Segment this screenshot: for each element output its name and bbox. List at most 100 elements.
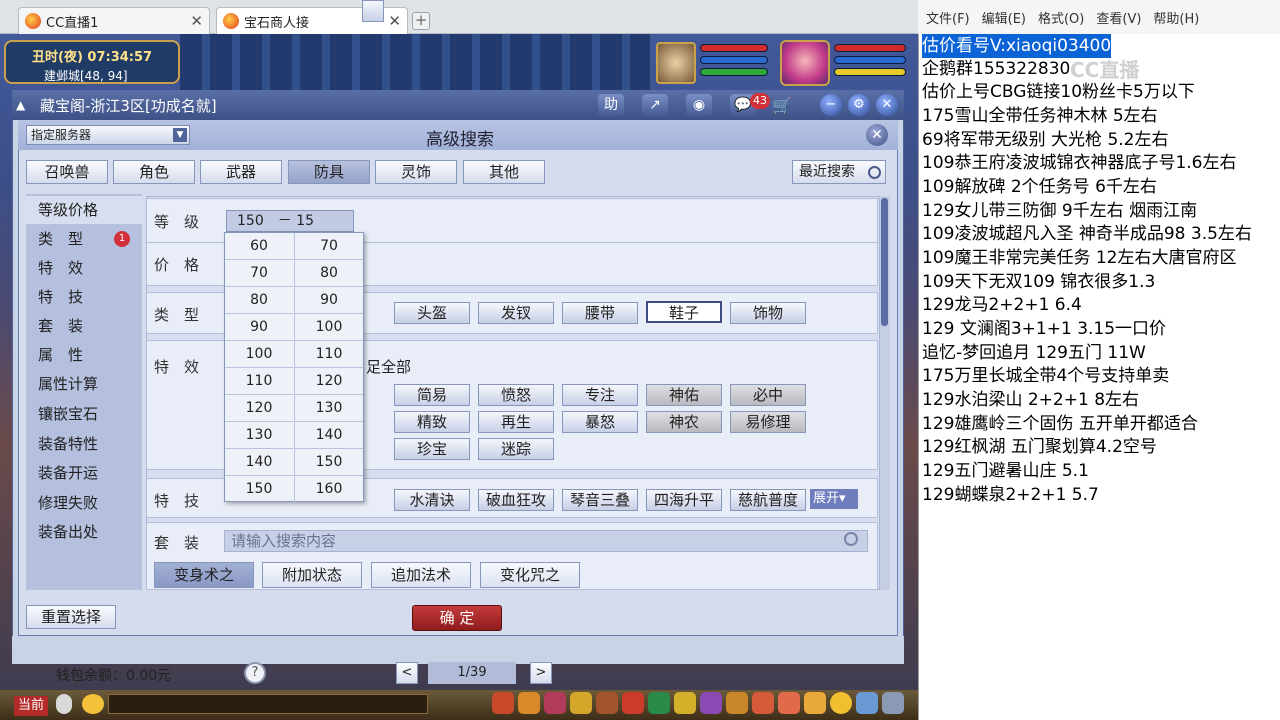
level-max-option[interactable]: 120 [295, 368, 363, 395]
skill-chip[interactable]: 破血狂攻 [478, 489, 554, 511]
level-range-input[interactable]: 150 － 15 [226, 210, 354, 232]
notepad-line[interactable]: 129水泊梁山 2+2+1 8左右 [922, 388, 1139, 412]
notepad-line[interactable]: 109魔王非常完美任务 12左右大唐官府区 [922, 246, 1236, 270]
level-max-option[interactable]: 70 [295, 233, 363, 260]
attack-icon[interactable] [492, 692, 514, 714]
menu-edit[interactable]: 编辑(E) [982, 8, 1026, 27]
notepad-line[interactable]: 109天下无双109 锦衣很多1.3 [922, 270, 1155, 294]
tab-close-icon[interactable]: ✕ [190, 12, 203, 30]
notepad-line[interactable]: 追忆-梦回追月 129五门 11W [922, 341, 1146, 365]
system-icon[interactable] [856, 692, 878, 714]
task-icon[interactable] [648, 692, 670, 714]
menu-file[interactable]: 文件(F) [926, 8, 970, 27]
level-max-option[interactable]: 90 [295, 287, 363, 314]
nav-type[interactable]: 类 型 1 [26, 225, 142, 253]
settings-button[interactable]: ⚙ [848, 94, 870, 116]
suit-tab[interactable]: 变身术之 [154, 562, 254, 588]
setting-icon[interactable] [882, 692, 904, 714]
nav-effect[interactable]: 特 效 [26, 254, 142, 282]
window-menu-icon[interactable]: ▲ [16, 98, 30, 112]
tab-armor[interactable]: 防具 [288, 160, 370, 184]
search-icon[interactable] [844, 532, 858, 546]
assist-button[interactable]: 助 [598, 94, 624, 116]
nav-equip-source[interactable]: 装备出处 [26, 518, 142, 546]
level-min-option[interactable]: 120 [225, 395, 293, 422]
level-min-option[interactable]: 140 [225, 449, 293, 476]
confirm-button[interactable]: 确 定 [412, 605, 502, 631]
suit-tab[interactable]: 追加法术 [371, 562, 471, 588]
nav-attribute[interactable]: 属 性 [26, 341, 142, 369]
recent-search-button[interactable]: 最近搜索 [792, 160, 886, 184]
notepad-line[interactable]: 109凌波城超凡入圣 神奇半成品98 3.5左右 [922, 222, 1252, 246]
level-max-option[interactable]: 140 [295, 422, 363, 449]
effect-chip[interactable]: 暴怒 [562, 411, 638, 433]
level-min-option[interactable]: 110 [225, 368, 293, 395]
tab-close-icon[interactable]: ✕ [388, 12, 401, 30]
level-min-option[interactable]: 70 [225, 260, 293, 287]
tab-weapon[interactable]: 武器 [200, 160, 282, 184]
nav-attr-calc[interactable]: 属性计算 [26, 370, 142, 398]
level-min-option[interactable]: 150 [225, 476, 293, 503]
effect-chip[interactable]: 必中 [730, 384, 806, 406]
give-icon[interactable] [544, 692, 566, 714]
mall-icon[interactable] [778, 692, 800, 714]
item-icon[interactable] [518, 692, 540, 714]
notepad-line[interactable]: 129 文澜阁3+1+1 3.15一口价 [922, 317, 1166, 341]
cart-icon[interactable]: 🛒 [772, 96, 792, 115]
guild-icon[interactable] [674, 692, 696, 714]
effect-chip[interactable]: 再生 [478, 411, 554, 433]
effect-chip[interactable]: 专注 [562, 384, 638, 406]
prev-page-button[interactable]: < [396, 662, 418, 684]
new-tab-button[interactable]: + [412, 12, 430, 30]
type-chip-hairpin[interactable]: 发钗 [478, 302, 554, 324]
nav-level-price[interactable]: 等级价格 [26, 196, 142, 224]
type-chip-hidden[interactable] [362, 0, 384, 22]
nav-equip-trait[interactable]: 装备特性 [26, 430, 142, 458]
team-icon[interactable] [596, 692, 618, 714]
notepad-line[interactable]: 129五门避暑山庄 5.1 [922, 459, 1089, 483]
type-chip-shoes[interactable]: 鞋子 [646, 301, 722, 323]
tab-character[interactable]: 角色 [113, 160, 195, 184]
type-chip-belt[interactable]: 腰带 [562, 302, 638, 324]
effect-chip[interactable]: 神农 [646, 411, 722, 433]
level-max-option[interactable]: 160 [295, 476, 363, 503]
player-portrait[interactable] [780, 40, 830, 86]
notepad-line[interactable]: 估价上号CBG链接10粉丝卡5万以下 [922, 80, 1195, 104]
trade-icon[interactable] [570, 692, 592, 714]
nav-repair-fail[interactable]: 修理失败 [26, 489, 142, 517]
expand-button[interactable]: 展开▾ [810, 489, 858, 509]
effect-chip[interactable]: 精致 [394, 411, 470, 433]
chat-bubble-icon[interactable] [82, 694, 104, 714]
level-min-option[interactable]: 60 [225, 233, 293, 260]
skill-chip[interactable]: 四海升平 [646, 489, 722, 511]
reset-button[interactable]: 重置选择 [26, 605, 116, 629]
suit-tab[interactable]: 附加状态 [262, 562, 362, 588]
notepad-line[interactable]: 129雄鹰岭三个固伤 五开单开都适合 [922, 412, 1198, 436]
dialog-close-button[interactable]: ✕ [866, 124, 888, 146]
nav-skill[interactable]: 特 技 [26, 283, 142, 311]
effect-chip[interactable]: 易修理 [730, 411, 806, 433]
browser-tab-cc[interactable]: CC直播1 ✕ [18, 7, 210, 34]
notepad-line[interactable]: 109恭王府凌波城锦衣神器底子号1.6左右 [922, 151, 1236, 175]
activity-icon[interactable] [752, 692, 774, 714]
quest-icon[interactable] [700, 692, 722, 714]
nav-gem-inlay[interactable]: 镶嵌宝石 [26, 400, 142, 428]
nav-equip-luck[interactable]: 装备开运 [26, 459, 142, 487]
skill-chip[interactable]: 慈航普度 [730, 489, 806, 511]
level-min-option[interactable]: 130 [225, 422, 293, 449]
help-button[interactable]: ? [244, 662, 266, 684]
record-button[interactable]: ◉ [686, 94, 712, 116]
notepad-line[interactable]: 69将军带无级别 大光枪 5.2左右 [922, 128, 1168, 152]
notepad-line[interactable]: 企鹅群155322830 [922, 57, 1070, 81]
effect-chip[interactable]: 愤怒 [478, 384, 554, 406]
notepad-line-selected[interactable]: 估价看号V:xiaoqi03400 [922, 34, 1112, 58]
scroll-thumb[interactable] [881, 198, 888, 326]
tab-summon-beast[interactable]: 召唤兽 [26, 160, 108, 184]
content-scrollbar[interactable] [880, 196, 890, 590]
notepad-line[interactable]: 129龙马2+2+1 6.4 [922, 293, 1082, 317]
skill-chip[interactable]: 琴音三叠 [562, 489, 638, 511]
friend-icon[interactable] [726, 692, 748, 714]
level-max-option[interactable]: 130 [295, 395, 363, 422]
notepad-line[interactable]: 129红枫湖 五门聚划算4.2空号 [922, 435, 1157, 459]
channel-current-button[interactable]: 当前 [14, 696, 48, 716]
